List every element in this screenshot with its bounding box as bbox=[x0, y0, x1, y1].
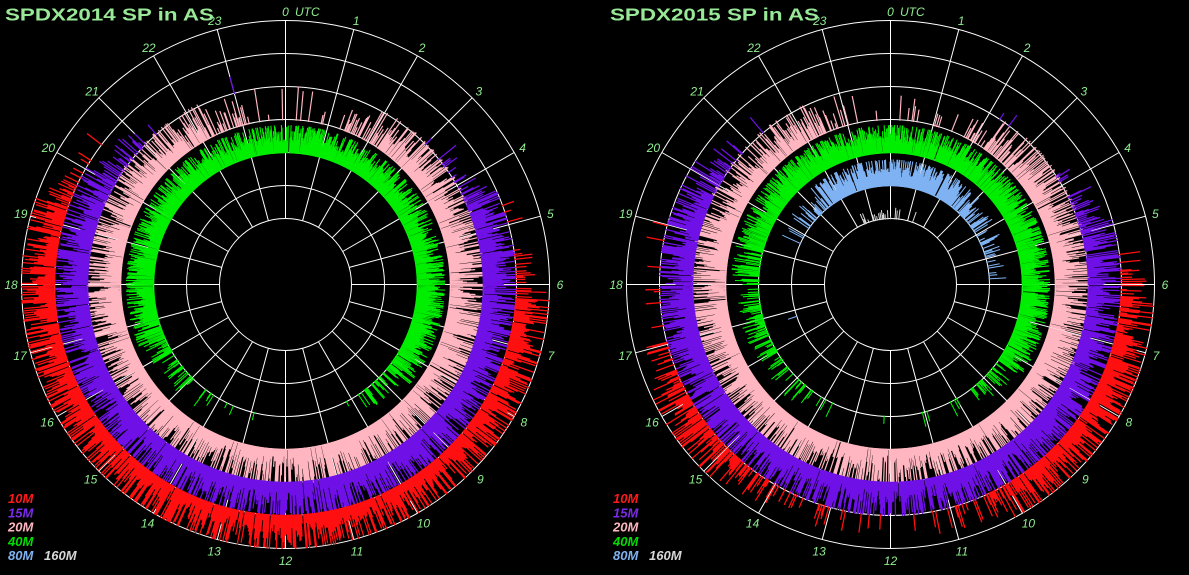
svg-text:5: 5 bbox=[547, 207, 554, 221]
svg-text:UTC: UTC bbox=[295, 5, 320, 19]
svg-text:40M: 40M bbox=[612, 534, 639, 549]
svg-text:6: 6 bbox=[1162, 278, 1169, 292]
svg-text:15M: 15M bbox=[613, 505, 639, 520]
svg-text:19: 19 bbox=[619, 207, 633, 221]
svg-text:SPDX2015 SP in AS: SPDX2015 SP in AS bbox=[610, 5, 819, 25]
svg-text:10: 10 bbox=[417, 517, 431, 531]
svg-text:20M: 20M bbox=[612, 520, 639, 535]
svg-text:22: 22 bbox=[746, 41, 761, 55]
svg-text:2: 2 bbox=[1023, 41, 1031, 55]
svg-text:40M: 40M bbox=[7, 534, 34, 549]
svg-text:16: 16 bbox=[40, 415, 54, 429]
svg-text:160M: 160M bbox=[44, 548, 78, 563]
svg-text:17: 17 bbox=[618, 349, 633, 363]
svg-text:80M: 80M bbox=[8, 548, 34, 563]
svg-text:15: 15 bbox=[689, 473, 703, 487]
svg-text:10: 10 bbox=[1022, 517, 1036, 531]
svg-text:21: 21 bbox=[689, 84, 703, 98]
svg-text:10M: 10M bbox=[613, 491, 639, 506]
svg-text:1: 1 bbox=[958, 14, 965, 28]
svg-text:12: 12 bbox=[884, 554, 898, 568]
svg-text:6: 6 bbox=[557, 278, 564, 292]
svg-text:11: 11 bbox=[351, 544, 363, 558]
svg-text:16: 16 bbox=[645, 415, 659, 429]
svg-text:1: 1 bbox=[353, 14, 360, 28]
svg-text:13: 13 bbox=[812, 544, 826, 558]
svg-text:18: 18 bbox=[4, 278, 18, 292]
svg-text:4: 4 bbox=[1124, 141, 1131, 155]
svg-text:5: 5 bbox=[1152, 207, 1159, 221]
svg-text:SPDX2014 SP in AS: SPDX2014 SP in AS bbox=[5, 5, 214, 25]
svg-text:20: 20 bbox=[646, 141, 661, 155]
svg-text:3: 3 bbox=[476, 84, 483, 98]
svg-text:22: 22 bbox=[141, 41, 156, 55]
svg-text:160M: 160M bbox=[649, 548, 683, 563]
svg-text:80M: 80M bbox=[613, 548, 639, 563]
svg-text:4: 4 bbox=[519, 141, 526, 155]
svg-text:11: 11 bbox=[956, 544, 968, 558]
svg-text:UTC: UTC bbox=[900, 5, 925, 19]
svg-text:19: 19 bbox=[14, 207, 28, 221]
svg-text:13: 13 bbox=[207, 544, 221, 558]
svg-text:14: 14 bbox=[746, 517, 760, 531]
svg-text:3: 3 bbox=[1081, 84, 1088, 98]
svg-text:9: 9 bbox=[1082, 473, 1089, 487]
svg-text:0: 0 bbox=[887, 5, 894, 19]
svg-text:10M: 10M bbox=[8, 491, 34, 506]
svg-text:17: 17 bbox=[13, 349, 28, 363]
svg-text:20: 20 bbox=[41, 141, 56, 155]
svg-text:20M: 20M bbox=[7, 520, 34, 535]
svg-text:8: 8 bbox=[1126, 415, 1133, 429]
svg-text:9: 9 bbox=[477, 473, 484, 487]
svg-text:12: 12 bbox=[279, 554, 293, 568]
svg-text:18: 18 bbox=[609, 278, 623, 292]
svg-text:21: 21 bbox=[84, 84, 98, 98]
svg-text:8: 8 bbox=[521, 415, 528, 429]
svg-text:0: 0 bbox=[282, 5, 289, 19]
svg-text:15M: 15M bbox=[8, 505, 34, 520]
svg-text:15: 15 bbox=[84, 473, 98, 487]
svg-text:2: 2 bbox=[418, 41, 426, 55]
svg-text:14: 14 bbox=[141, 517, 155, 531]
